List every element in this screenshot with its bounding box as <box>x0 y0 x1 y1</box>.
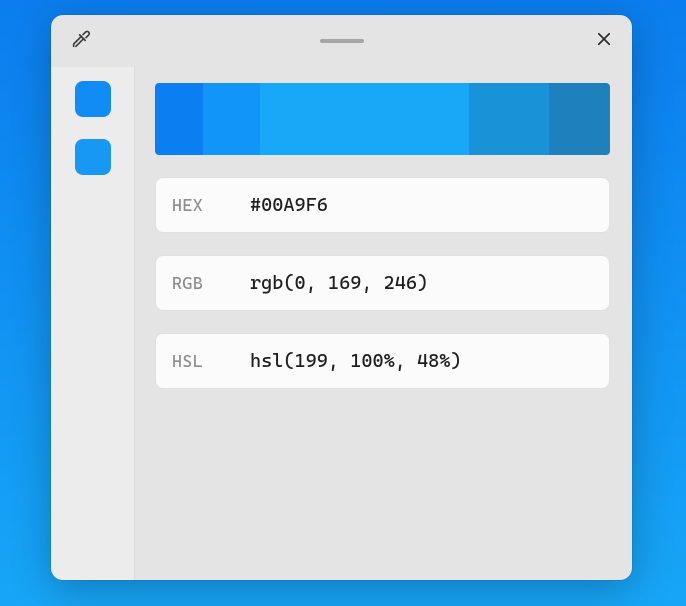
palette-segment[interactable] <box>155 83 203 155</box>
main-panel: HEX #00A9F6 RGB rgb(0, 169, 246) HSL hsl… <box>135 67 632 580</box>
hsl-label: HSL <box>172 351 250 371</box>
close-icon <box>595 30 613 53</box>
rgb-value-card[interactable]: RGB rgb(0, 169, 246) <box>155 255 610 311</box>
palette-segment[interactable] <box>469 83 549 155</box>
close-button[interactable] <box>588 25 620 57</box>
palette-segment[interactable] <box>549 83 610 155</box>
palette-strip[interactable] <box>155 83 610 155</box>
window-body: HEX #00A9F6 RGB rgb(0, 169, 246) HSL hsl… <box>51 67 632 580</box>
history-swatch[interactable] <box>75 81 111 117</box>
titlebar <box>51 15 632 67</box>
hsl-value: hsl(199, 100%, 48%) <box>250 350 462 372</box>
hex-value-card[interactable]: HEX #00A9F6 <box>155 177 610 233</box>
drag-handle[interactable] <box>320 39 364 43</box>
rgb-value: rgb(0, 169, 246) <box>250 272 428 294</box>
hex-label: HEX <box>172 195 250 215</box>
rgb-label: RGB <box>172 273 250 293</box>
eyedropper-button[interactable] <box>63 25 99 57</box>
hex-value: #00A9F6 <box>250 194 328 216</box>
eyedropper-icon <box>70 28 92 55</box>
color-picker-window: HEX #00A9F6 RGB rgb(0, 169, 246) HSL hsl… <box>51 15 632 580</box>
palette-segment[interactable] <box>203 83 260 155</box>
palette-segment[interactable] <box>260 83 469 155</box>
hsl-value-card[interactable]: HSL hsl(199, 100%, 48%) <box>155 333 610 389</box>
color-history-sidebar <box>51 67 135 580</box>
history-swatch[interactable] <box>75 139 111 175</box>
